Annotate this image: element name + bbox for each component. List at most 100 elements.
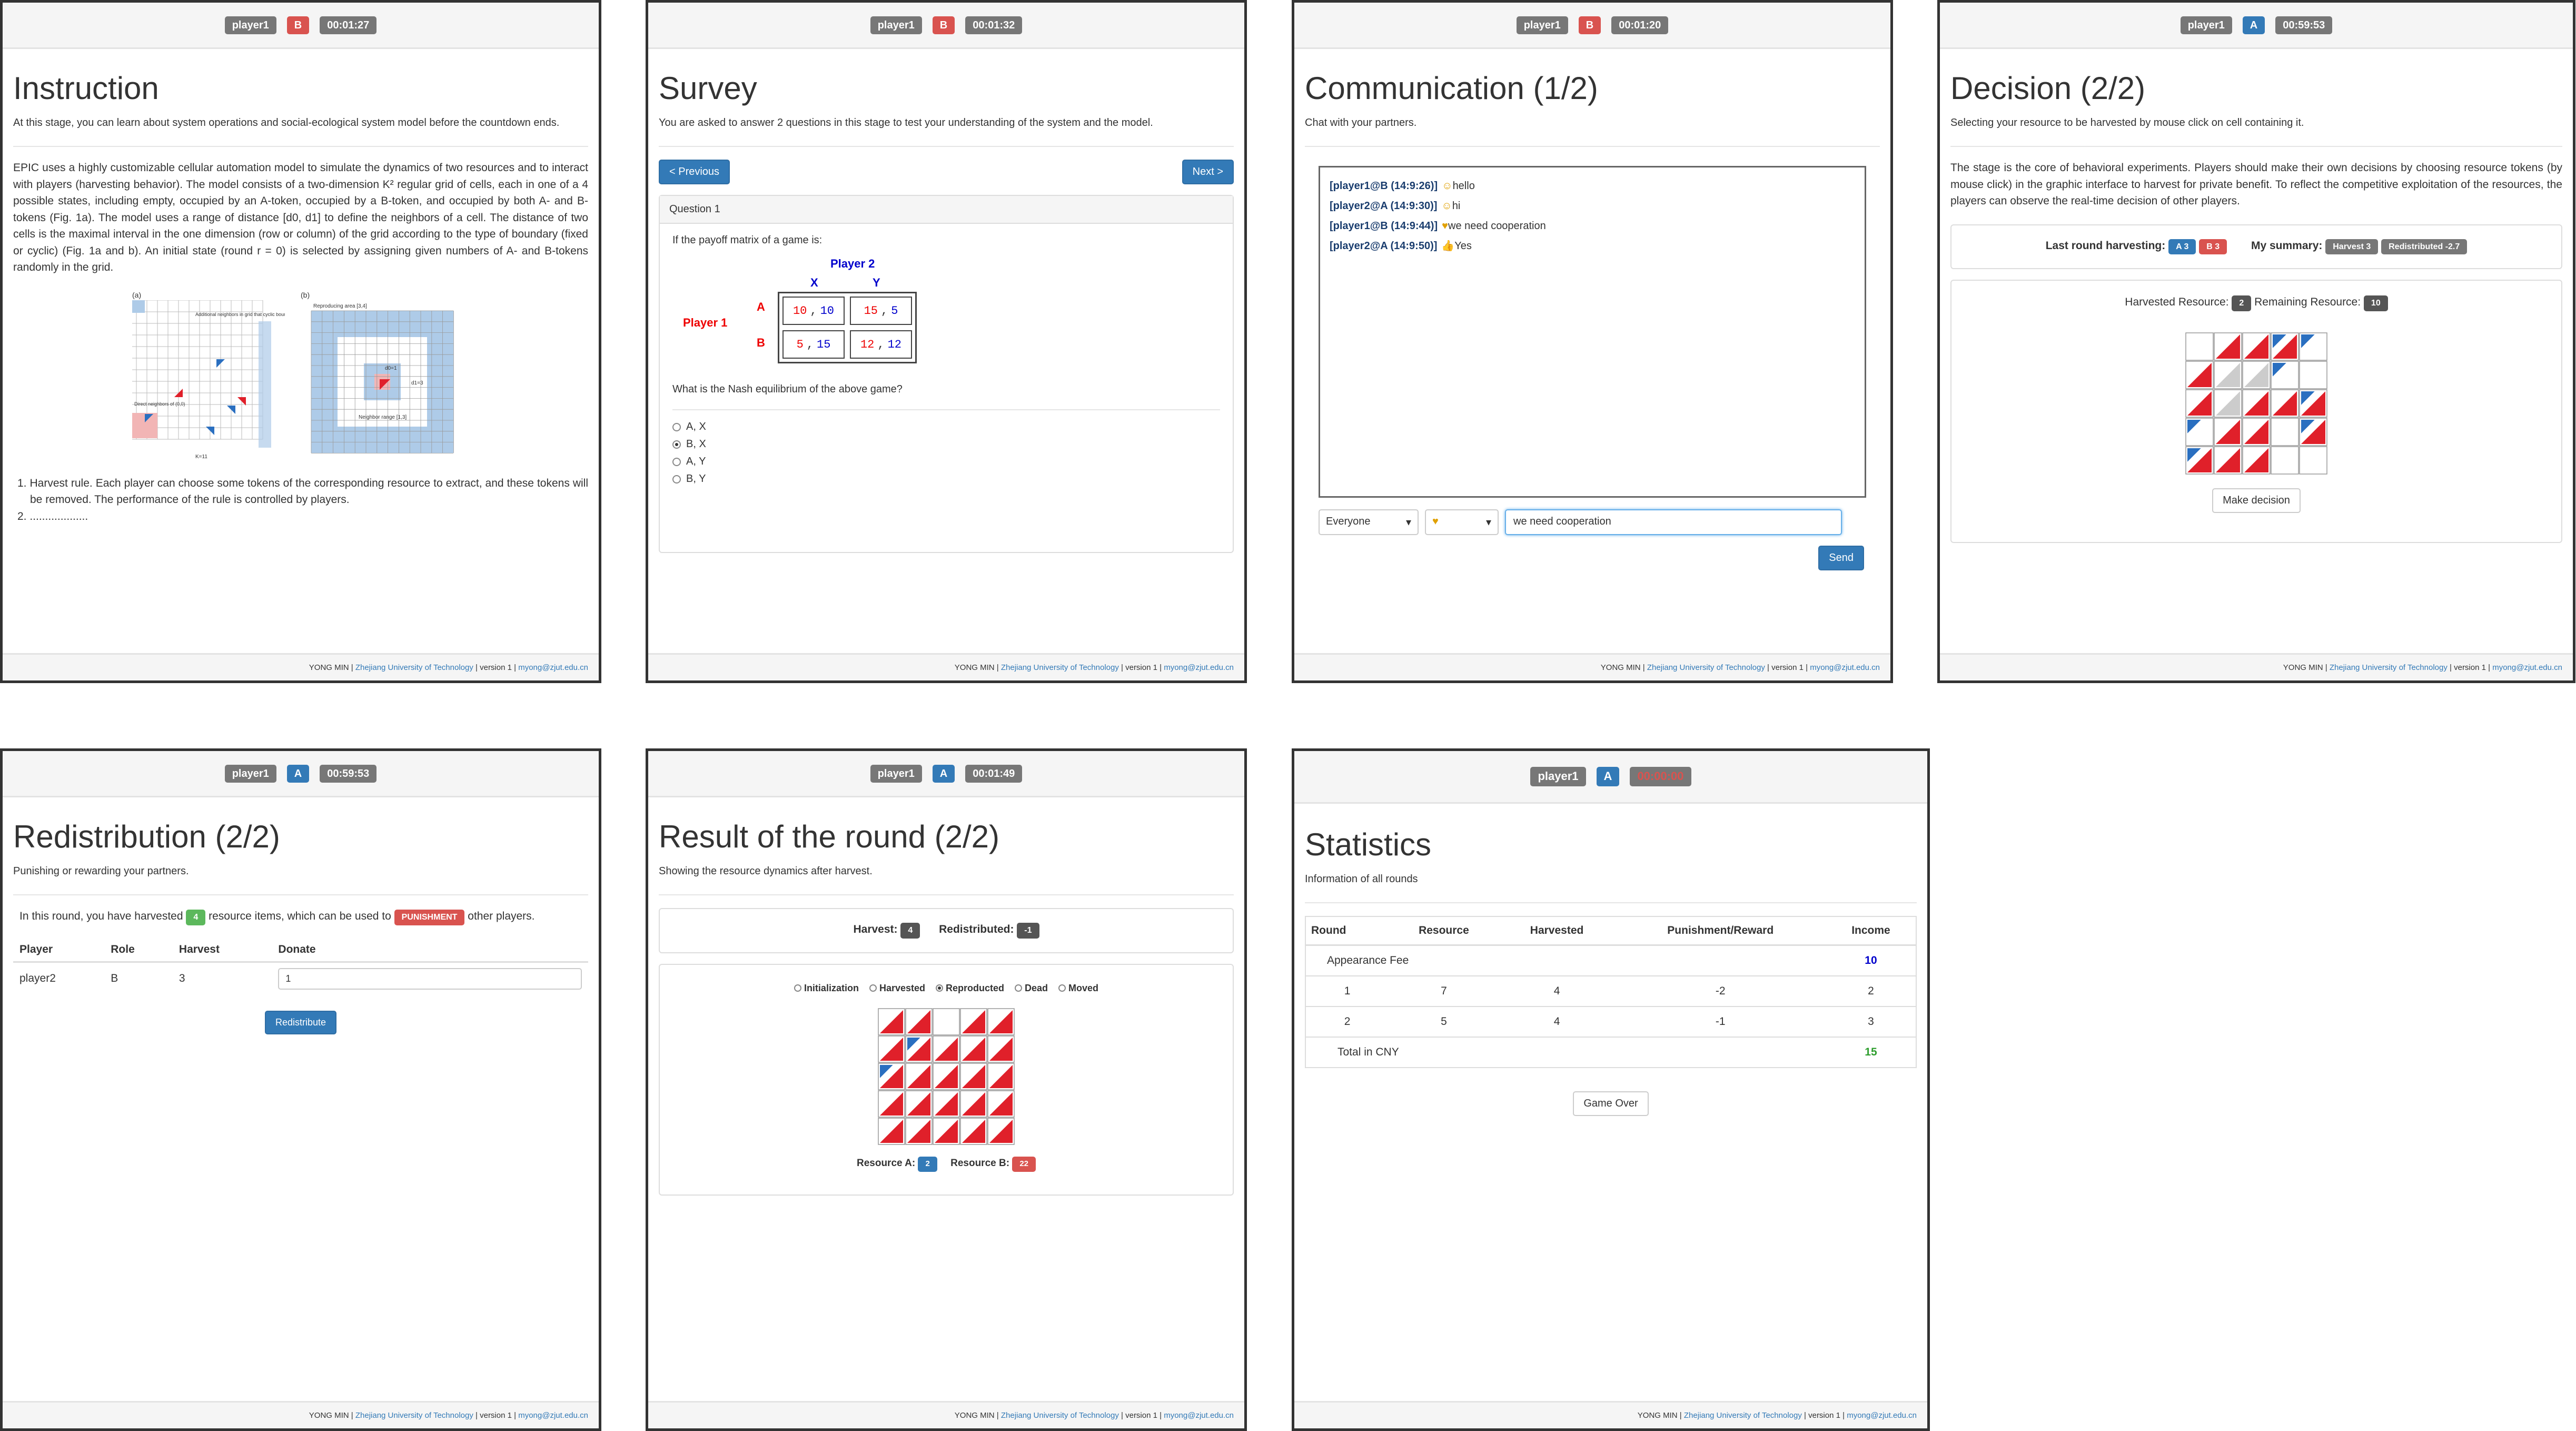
- divider: [13, 146, 588, 147]
- radio-button[interactable]: [869, 984, 877, 992]
- message-input-value: we need cooperation: [1513, 516, 1611, 527]
- footer-author: YONG MIN |: [1600, 663, 1645, 672]
- row-b: B: [757, 336, 765, 349]
- chat-log[interactable]: [player1@B (14:9:26)] ☺hello [player2@A (1…: [1319, 166, 1866, 498]
- page-subtitle: Punishing or rewarding your partners.: [13, 865, 189, 877]
- footer-org-link[interactable]: Zhejiang University of Technology: [1684, 1411, 1802, 1420]
- page-content: Survey You are asked to answer 2 questio…: [659, 71, 1234, 649]
- redistributed-value: -1: [1017, 923, 1039, 939]
- grid-cell[interactable]: [2299, 360, 2327, 389]
- role-badge: A: [1596, 767, 1620, 786]
- emoji-select[interactable]: ♥ ▾: [1425, 509, 1499, 535]
- recipient-value: Everyone: [1326, 516, 1371, 527]
- footer-org-link[interactable]: Zhejiang University of Technology: [355, 663, 473, 672]
- grid-cell[interactable]: [2271, 446, 2299, 475]
- radio-button[interactable]: [672, 422, 681, 431]
- footer-email-link[interactable]: myong@zjut.edu.cn: [518, 663, 588, 672]
- next-button[interactable]: Next >: [1182, 160, 1234, 184]
- role-badge: B: [1578, 16, 1601, 34]
- footer-email-link[interactable]: myong@zjut.edu.cn: [1847, 1411, 1917, 1420]
- phase-radio[interactable]: Moved: [1058, 983, 1098, 994]
- chat-message: [player2@A (14:9:50)] 👍Yes: [1330, 236, 1855, 256]
- page-title: Result of the round (2/2): [659, 819, 1000, 854]
- donate-input[interactable]: 1: [278, 968, 582, 990]
- footer-org-link[interactable]: Zhejiang University of Technology: [2330, 663, 2448, 672]
- fig-b-note-2: Neighbor range [1,3]: [359, 415, 407, 420]
- fig-a-label: (a): [132, 290, 142, 299]
- question-heading: Question 1: [660, 196, 1233, 224]
- resource-b-value: 22: [1012, 1157, 1036, 1172]
- role-badge: A: [932, 764, 955, 783]
- row-player: player2: [19, 972, 56, 985]
- option-label: B, X: [686, 438, 706, 450]
- radio-button[interactable]: [672, 457, 681, 466]
- radio-button[interactable]: [672, 475, 681, 483]
- radio-button[interactable]: [1015, 984, 1023, 992]
- footer-email-link[interactable]: myong@zjut.edu.cn: [1810, 663, 1880, 672]
- chat-controls: Everyone ▾ ♥ ▾ we need cooperation: [1319, 509, 1866, 535]
- radio-button[interactable]: [1058, 984, 1066, 992]
- divider: [13, 894, 588, 895]
- answer-option[interactable]: B, X: [672, 438, 1220, 450]
- phase-radio[interactable]: Initialization: [794, 983, 859, 994]
- round-summary-well: Harvest: 4 Redistributed: -1: [659, 908, 1234, 953]
- game-over-button[interactable]: Game Over: [1573, 1091, 1649, 1116]
- footer-org-link[interactable]: Zhejiang University of Technology: [1647, 663, 1765, 672]
- make-decision-button[interactable]: Make decision: [2212, 488, 2301, 513]
- statistics-table: Round Resource Harvested Punishment/Rewa…: [1305, 916, 1917, 1068]
- footer-version: | version 1 |: [475, 1411, 517, 1420]
- radio-button[interactable]: [794, 984, 801, 992]
- row-harvest: 3: [179, 972, 185, 985]
- footer-org-link[interactable]: Zhejiang University of Technology: [1001, 663, 1119, 672]
- fig-a-k: K=11: [195, 454, 207, 460]
- send-button[interactable]: Send: [1818, 546, 1864, 570]
- summary-redistributed-badge: Redistributed -2.7: [2381, 239, 2468, 255]
- redistribute-button[interactable]: Redistribute: [264, 1010, 337, 1034]
- radio-button[interactable]: [936, 984, 943, 992]
- radio-button[interactable]: [672, 440, 681, 449]
- cell-by-p2: 12: [887, 338, 901, 351]
- resource-a-label: Resource A:: [856, 1158, 916, 1169]
- resource-a-value: 2: [918, 1157, 937, 1172]
- footer-org-link[interactable]: Zhejiang University of Technology: [1001, 1411, 1119, 1420]
- grid-cell[interactable]: [2271, 417, 2299, 446]
- phase-radio[interactable]: Reproducted: [936, 983, 1004, 994]
- footer-email-link[interactable]: myong@zjut.edu.cn: [2492, 663, 2562, 672]
- page-footer: YONG MIN | Zhejiang University of Techno…: [648, 1401, 1244, 1428]
- result-grid: [878, 1008, 1015, 1145]
- grid-well: Harvested Resource: 2 Remaining Resource…: [1950, 280, 2562, 544]
- answer-option[interactable]: B, Y: [672, 473, 1220, 485]
- chat-message: [player2@A (14:9:30)] ☺hi: [1330, 196, 1855, 216]
- recipient-select[interactable]: Everyone ▾: [1319, 509, 1419, 535]
- option-label: A, Y: [686, 456, 706, 467]
- payoff-matrix: Player 2 X Y Player 1 A B 10, 10 15, 5 5…: [672, 257, 1220, 378]
- fig-b-d0: d0=1: [385, 366, 397, 371]
- message-input[interactable]: we need cooperation: [1505, 509, 1842, 535]
- table-cell: -1: [1715, 1015, 1726, 1028]
- grid-cell[interactable]: [2299, 446, 2327, 475]
- message-text: hello: [1452, 180, 1475, 192]
- total-value: 15: [1865, 1046, 1877, 1058]
- footer-email-link[interactable]: myong@zjut.edu.cn: [1164, 663, 1234, 672]
- page-content: Statistics Information of all rounds Rou…: [1305, 827, 1917, 1397]
- table-cell: -2: [1715, 985, 1726, 997]
- redistributed-label: Redistributed:: [939, 923, 1014, 935]
- redistribute-row: Redistribute: [13, 1010, 588, 1034]
- phase-radio[interactable]: Dead: [1015, 983, 1048, 994]
- message-text: we need cooperation: [1448, 220, 1546, 232]
- fee-value: 10: [1865, 954, 1877, 966]
- previous-button[interactable]: < Previous: [659, 160, 730, 184]
- grid-cell[interactable]: [933, 1008, 960, 1035]
- divider: [1950, 146, 2562, 147]
- footer-email-link[interactable]: myong@zjut.edu.cn: [1164, 1411, 1234, 1420]
- decision-grid[interactable]: [2185, 332, 2327, 475]
- footer-email-link[interactable]: myong@zjut.edu.cn: [518, 1411, 588, 1420]
- answer-option[interactable]: A, X: [672, 421, 1220, 433]
- message-text: hi: [1452, 200, 1461, 212]
- phase-radio[interactable]: Harvested: [869, 983, 925, 994]
- answer-option[interactable]: A, Y: [672, 456, 1220, 468]
- answer-options: A, X B, X A, Y B, Y: [672, 421, 1220, 485]
- page-content: Decision (2/2) Selecting your resource t…: [1950, 71, 2562, 649]
- grid-cell[interactable]: [2185, 332, 2214, 361]
- footer-org-link[interactable]: Zhejiang University of Technology: [355, 1411, 473, 1420]
